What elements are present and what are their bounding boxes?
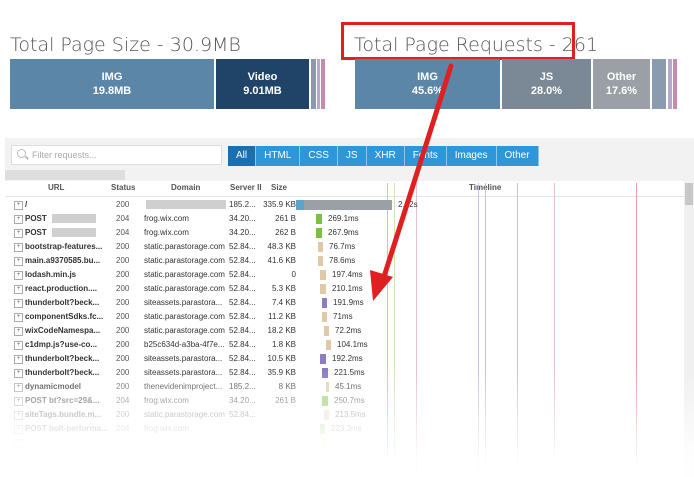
red-arrow-icon (370, 63, 454, 301)
